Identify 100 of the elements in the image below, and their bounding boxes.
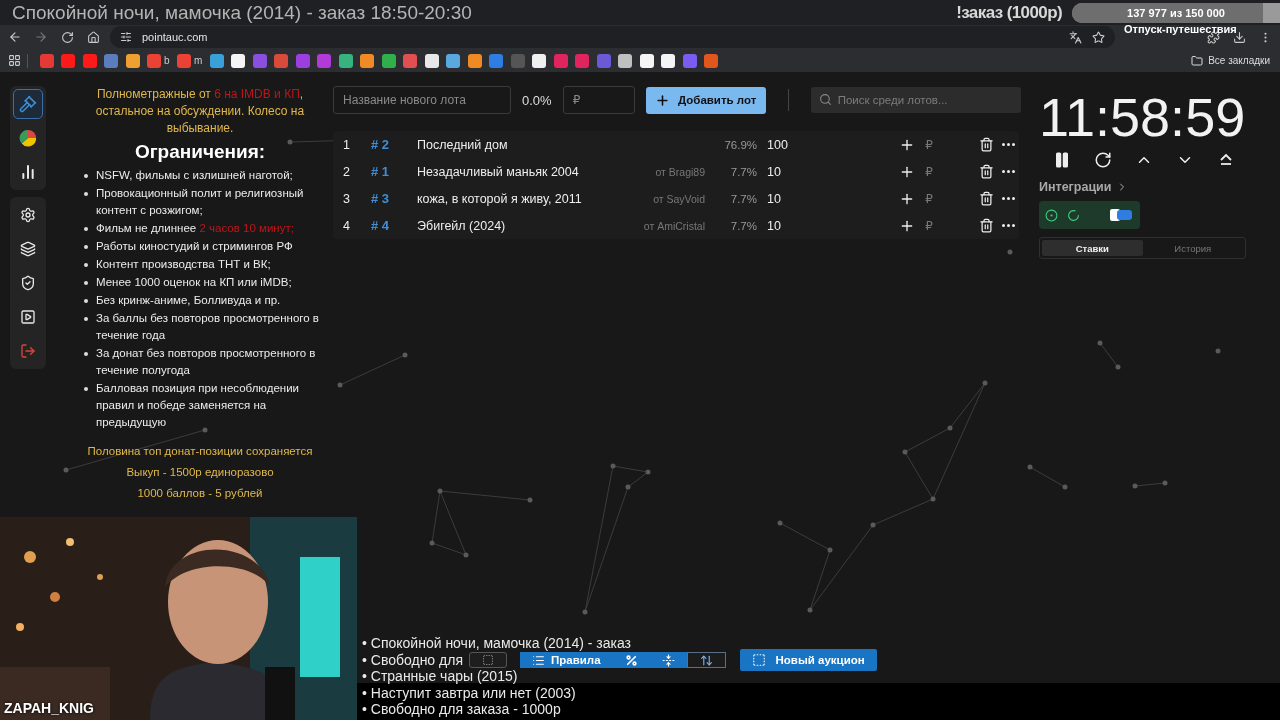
bookmark-label[interactable]: m <box>194 55 203 66</box>
rules-intro: Полнометражные от 6 на IMDB и КП, остальное на обсуждении. Колесо на выбывание. <box>94 86 306 137</box>
address-bar[interactable]: pointauc.com <box>110 26 1115 48</box>
more-icon <box>1001 143 1015 146</box>
toolbar-button[interactable] <box>686 652 726 668</box>
currency-button[interactable]: ₽ <box>918 160 940 183</box>
forward-arrow-icon <box>34 30 48 44</box>
panel-tab[interactable]: История <box>1142 240 1243 256</box>
search-icon <box>818 93 832 106</box>
rule-text: Фильм не длиннее 2 часов 10 минут; <box>96 221 294 236</box>
bar-chart-icon <box>20 164 36 180</box>
trash-icon <box>978 218 994 233</box>
toolbar-button[interactable] <box>469 652 507 668</box>
queue-line: • Спокойной ночи, мамочка (2014) - заказ <box>362 635 631 652</box>
goal-name: Отпуск-путешествия <box>1124 23 1237 35</box>
lot-chance: 7.7% <box>729 192 757 205</box>
lot-author: от SayVoid <box>653 192 705 205</box>
panel-tab[interactable]: Ставки <box>1042 240 1143 256</box>
timer: 11:58:59 <box>1039 88 1247 146</box>
lot-place: 2 <box>343 164 351 179</box>
rule-text: Балловая позиция при несоблюдении правил и победе заменяется на предыдущую <box>96 381 301 430</box>
lot-amount: 10 <box>767 218 782 233</box>
new-auction-button[interactable]: Новый аукцион <box>739 649 877 671</box>
all-bookmarks-button[interactable]: Все закладки <box>1191 54 1270 67</box>
gavel-icon <box>19 95 37 113</box>
rules-note: 1000 баллов - 5 рублей <box>137 486 263 501</box>
currency-button[interactable]: ₽ <box>918 214 940 237</box>
bullet-icon <box>84 263 88 267</box>
layers-icon <box>20 241 36 257</box>
bookmark-icon[interactable] <box>231 53 246 68</box>
rule-text: Менее 1000 оценок на КП или iMDB; <box>96 275 292 290</box>
bookmark-icon[interactable] <box>618 53 633 68</box>
rule-text: Работы киностудий и стримингов РФ <box>96 239 293 254</box>
rules-note: Половина топ донат-позиции сохраняется <box>87 444 313 459</box>
bookmark-icon[interactable] <box>639 53 654 68</box>
more-icon <box>1001 197 1015 200</box>
lot-number: # 1 <box>371 164 391 179</box>
add-lot-button[interactable]: Добавить лот <box>645 86 766 114</box>
rules-heading: Ограничения: <box>134 141 266 163</box>
bullet-icon <box>84 352 88 356</box>
bookmark-icon[interactable] <box>424 53 439 68</box>
rule-text: Контент производства ТНТ и ВК; <box>96 257 271 272</box>
pause-icon <box>1053 151 1071 169</box>
stream-title: Спокойной ночи, мамочка (2014) - заказ 18:50-20:30 <box>12 1 472 24</box>
bookmark-icon[interactable] <box>661 53 676 68</box>
spinner-icon <box>1067 208 1080 222</box>
bookmark-icon[interactable] <box>446 53 461 68</box>
list-icon <box>532 653 545 667</box>
trash-icon <box>978 191 994 206</box>
bullet-icon <box>84 299 88 303</box>
shield-check-icon <box>20 275 36 291</box>
bullet-icon <box>84 227 88 231</box>
integrations-link[interactable]: Интеграции <box>1039 180 1129 194</box>
bookmark-icon[interactable] <box>360 53 375 68</box>
lot-author: от AmiCristal <box>643 219 705 232</box>
lot-amount: 10 <box>767 164 782 179</box>
percent-icon <box>624 653 638 667</box>
back-arrow-icon <box>8 30 22 44</box>
lot-title: Эбигейл (2024) <box>417 218 507 233</box>
lot-amount-field[interactable]: ₽ <box>562 86 635 114</box>
service-logo-icon <box>1110 209 1132 221</box>
bullet-icon <box>84 192 88 196</box>
lot-place: 3 <box>343 191 351 206</box>
currency-button[interactable]: ₽ <box>918 133 940 156</box>
bookmark-label[interactable]: b <box>164 55 170 66</box>
bookmark-icon[interactable] <box>467 53 482 68</box>
lot-number: # 2 <box>371 137 391 152</box>
video-library-icon <box>20 309 36 325</box>
sort-icon <box>699 653 713 667</box>
lot-place: 4 <box>343 218 351 233</box>
trash-icon <box>978 164 994 179</box>
rules-button[interactable]: Правила <box>520 652 613 668</box>
bullet-icon <box>84 317 88 321</box>
lot-chance: 76.9% <box>723 138 757 151</box>
translate-icon <box>1069 30 1082 44</box>
star-icon <box>1092 30 1105 44</box>
lot-name-field[interactable]: Название нового лота <box>333 86 511 114</box>
bookmark-icon[interactable] <box>532 53 547 68</box>
currency-button[interactable]: ₽ <box>918 187 940 210</box>
lot-title: кожа, в которой я живу, 2011 <box>417 191 583 206</box>
home-icon <box>86 30 100 44</box>
folder-icon <box>1191 54 1204 67</box>
lot-amount: 10 <box>767 191 782 206</box>
bullet-icon <box>84 387 88 391</box>
bookmark-icon[interactable] <box>338 53 353 68</box>
lot-percent: 0.0% <box>522 92 552 108</box>
lot-author: от Bragi89 <box>655 165 705 178</box>
trash-icon <box>978 137 994 152</box>
bookmark-icon[interactable] <box>125 53 140 68</box>
site-settings-icon <box>120 31 132 43</box>
eject-icon <box>1218 152 1234 168</box>
apps-icon <box>8 54 21 67</box>
search-field[interactable]: Поиск среди лотов... <box>810 87 1021 113</box>
toolbar-button[interactable] <box>649 652 687 668</box>
pie-chart-icon <box>19 129 37 147</box>
reload-icon <box>60 30 74 44</box>
goal-amount: 137 977 из 150 000 <box>1127 6 1225 19</box>
lot-place: 1 <box>343 137 351 152</box>
bullet-icon <box>84 245 88 249</box>
more-icon <box>1001 224 1015 227</box>
